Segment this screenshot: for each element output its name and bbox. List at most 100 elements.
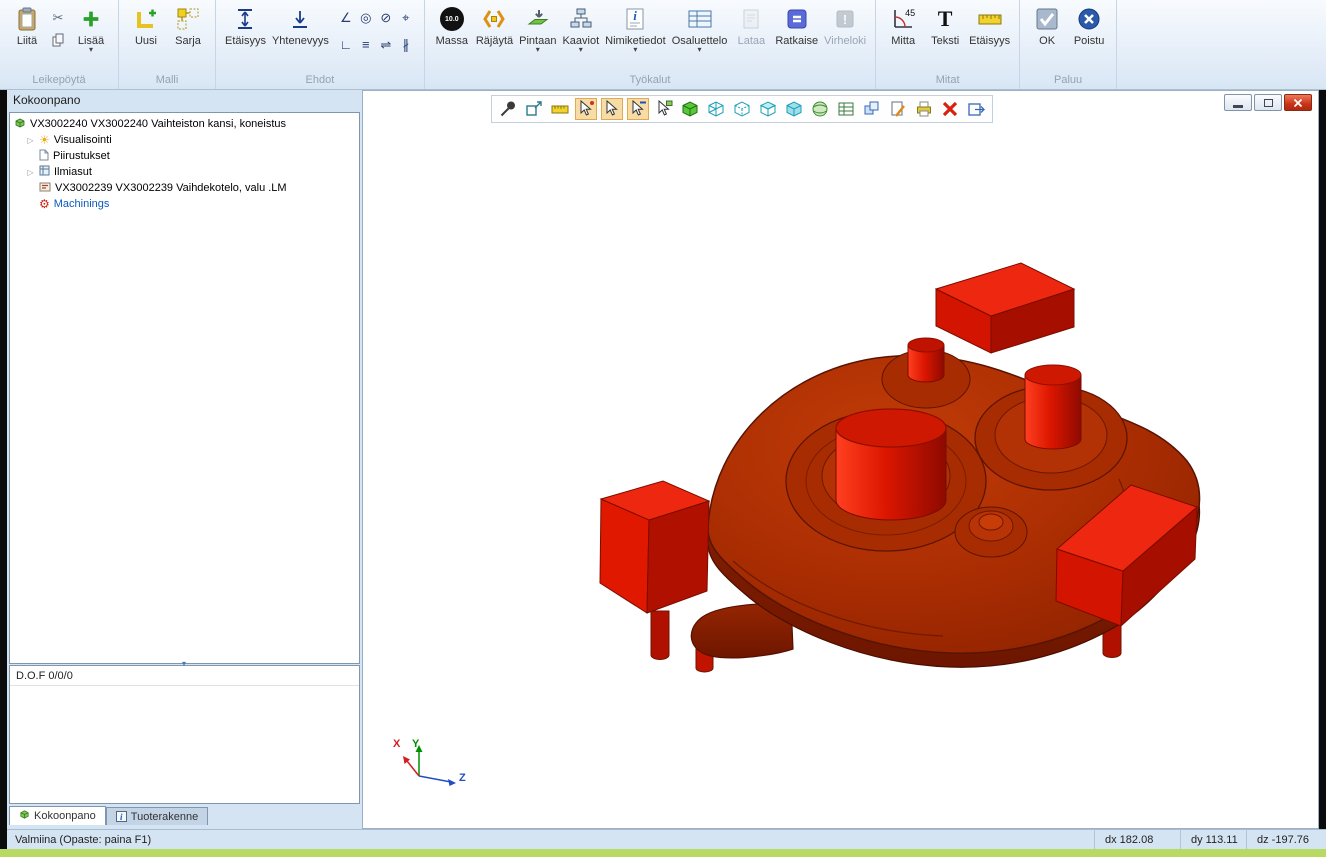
minimize-button[interactable]: [1224, 94, 1252, 111]
tree-label: Piirustukset: [53, 150, 110, 162]
wire-cube-icon[interactable]: [705, 98, 727, 120]
close-button[interactable]: [1284, 94, 1312, 111]
tree-label: Ilmiasut: [54, 166, 92, 178]
ok-button[interactable]: OK: [1026, 2, 1068, 47]
splitter-handle[interactable]: ▾: [182, 659, 186, 668]
solid-cube-icon[interactable]: [679, 98, 701, 120]
measure-label: Mitta: [891, 35, 915, 47]
add-button[interactable]: Lisää ▾: [70, 2, 112, 53]
cut-icon[interactable]: ✂: [50, 10, 66, 26]
to-surface-button[interactable]: Pintaan ▾: [516, 2, 559, 53]
measure-tool-icon[interactable]: [549, 98, 571, 120]
group-label-clipboard: Leikepöytä: [6, 73, 112, 89]
load-label: Lataa: [738, 35, 766, 47]
diagrams-button[interactable]: Kaaviot ▾: [559, 2, 602, 53]
ribbon-group-dimensions: 45 Mitta T Teksti Etäisyys Mitat: [876, 0, 1020, 89]
tab-product-structure[interactable]: i Tuoterakenne: [106, 807, 208, 825]
tree-row-visualization[interactable]: ▷ ☀ Visualisointi: [12, 132, 357, 148]
distance-measure-label: Etäisyys: [969, 35, 1010, 47]
status-message: Valmiina (Opaste: paina F1): [7, 834, 1094, 846]
coincidence-button[interactable]: Yhtenevyys: [269, 2, 332, 47]
machining-icon: ⚙: [39, 197, 50, 211]
explode-label: Räjäytä: [476, 35, 513, 47]
hidden-edge-cube-icon[interactable]: [731, 98, 753, 120]
parallel-constraint-icon[interactable]: ≡: [356, 35, 376, 62]
solve-button[interactable]: Ratkaise: [772, 2, 821, 47]
render-sphere-icon[interactable]: [809, 98, 831, 120]
select-edge-icon[interactable]: [627, 98, 649, 120]
tree-label: Visualisointi: [54, 134, 112, 146]
angle-constraint-icon[interactable]: ∠: [336, 8, 356, 35]
coincidence-icon: [287, 6, 313, 32]
equal-constraint-icon[interactable]: ⇌: [376, 35, 396, 62]
series-label: Sarja: [175, 35, 201, 47]
new-button[interactable]: Uusi: [125, 2, 167, 47]
paste-label: Liitä: [17, 35, 37, 47]
center-constraint-icon[interactable]: ⌖: [396, 8, 416, 35]
chevron-down-icon: ▾: [89, 47, 93, 53]
shaded-cube-icon[interactable]: [783, 98, 805, 120]
select-face-icon[interactable]: [653, 98, 675, 120]
explode-button[interactable]: Räjäytä: [473, 2, 516, 47]
item-data-button[interactable]: i Nimiketiedot ▾: [602, 2, 669, 53]
chevron-down-icon: ▾: [536, 47, 540, 53]
delete-icon[interactable]: [939, 98, 961, 120]
annotate-icon[interactable]: [887, 98, 909, 120]
text-label: Teksti: [931, 35, 959, 47]
ribbon-group-model: Uusi Sarja Malli: [119, 0, 216, 89]
assembly-panel: Kokoonpano VX3002240 VX3002240 Vaihteist…: [7, 90, 362, 829]
tree-row-drawings[interactable]: Piirustukset: [12, 148, 357, 164]
zoom-window-icon[interactable]: [523, 98, 545, 120]
ruler-icon: [977, 6, 1003, 32]
expander-icon[interactable]: ▷: [26, 168, 35, 177]
group-label-dimensions: Mitat: [882, 73, 1013, 89]
info-icon: i: [116, 811, 127, 822]
part-icon: [39, 181, 51, 196]
mass-button[interactable]: 10.0 Massa: [431, 2, 473, 47]
select-cursor-icon[interactable]: [601, 98, 623, 120]
print-icon[interactable]: [913, 98, 935, 120]
select-point-icon[interactable]: [575, 98, 597, 120]
parts-list-button[interactable]: Osaluettelo ▾: [669, 2, 731, 53]
series-button[interactable]: Sarja: [167, 2, 209, 47]
ribbon-group-clipboard: Liitä ✂ Lisää ▾ Leikepöytä: [0, 0, 119, 89]
new-part-icon: [133, 6, 159, 32]
explode-icon: [481, 6, 507, 32]
distance-measure-button[interactable]: Etäisyys: [966, 2, 1013, 47]
nonparallel-constraint-icon[interactable]: ∦: [396, 35, 416, 62]
tree-row-root[interactable]: VX3002240 VX3002240 Vaihteiston kansi, k…: [12, 116, 357, 132]
part-table-icon[interactable]: [835, 98, 857, 120]
tangent-constraint-icon[interactable]: ⊘: [376, 8, 396, 35]
copy-icon[interactable]: [50, 32, 66, 48]
text-button[interactable]: T Teksti: [924, 2, 966, 47]
copy-parts-icon[interactable]: [861, 98, 883, 120]
ok-check-icon: [1034, 6, 1060, 32]
svg-text:!: !: [843, 12, 847, 27]
axis-y-label: Y: [412, 738, 419, 750]
distance-constraint-button[interactable]: Etäisyys: [222, 2, 269, 47]
shaded-edge-cube-icon[interactable]: [757, 98, 779, 120]
tab-assembly[interactable]: Kokoonpano: [9, 806, 106, 825]
text-icon: T: [932, 6, 958, 32]
pin-icon[interactable]: [497, 98, 519, 120]
viewport-toolbar: [491, 95, 993, 123]
exit-button[interactable]: Poistu: [1068, 2, 1110, 47]
paste-button[interactable]: Liitä: [6, 2, 48, 47]
export-view-icon[interactable]: [965, 98, 987, 120]
restore-button[interactable]: [1254, 94, 1282, 111]
group-label-tools: Työkalut: [431, 73, 869, 89]
tree-row-machinings[interactable]: ⚙ Machinings: [12, 196, 357, 212]
tree-row-part[interactable]: VX3002239 VX3002239 Vaihdekotelo, valu .…: [12, 180, 357, 196]
tree-row-views[interactable]: ▷ Ilmiasut: [12, 164, 357, 180]
perpendicular-constraint-icon[interactable]: ∟: [336, 35, 356, 62]
concentric-constraint-icon[interactable]: ◎: [356, 8, 376, 35]
item-data-icon: i: [622, 6, 648, 32]
gearbox-cover-model[interactable]: [363, 91, 1320, 830]
mass-label: Massa: [436, 35, 468, 47]
3d-viewport[interactable]: X Y Z: [362, 90, 1319, 829]
load-button: Lataa: [730, 2, 772, 47]
measure-button[interactable]: 45 Mitta: [882, 2, 924, 47]
visualization-icon: ☀: [39, 133, 50, 147]
error-log-icon: !: [832, 6, 858, 32]
expander-icon[interactable]: ▷: [26, 136, 35, 145]
